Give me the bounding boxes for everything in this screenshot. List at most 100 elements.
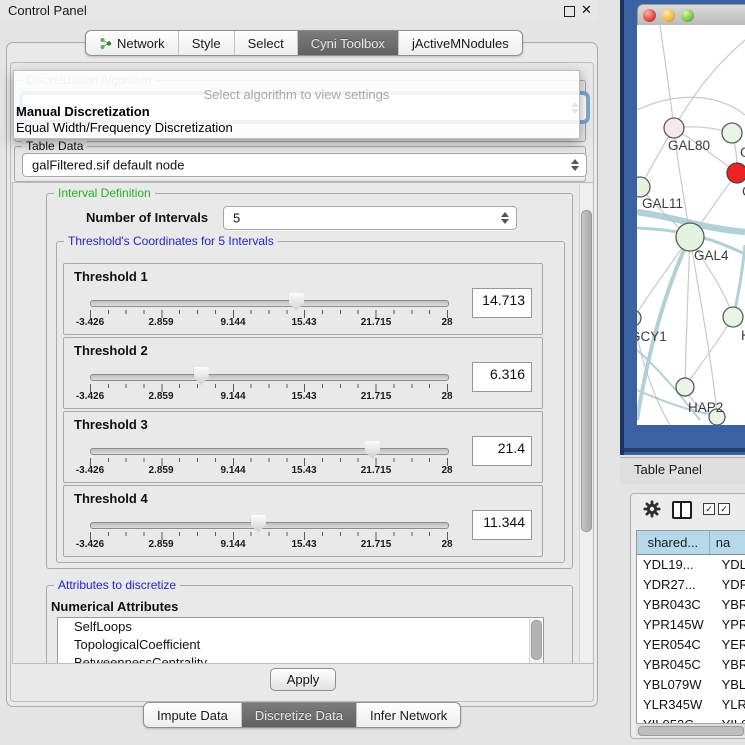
tab-cyni-toolbox[interactable]: Cyni Toolbox (298, 31, 399, 55)
table-horizontal-scrollbar[interactable] (636, 723, 745, 736)
list-item[interactable]: TopologicalCoefficient (58, 636, 543, 654)
cell[interactable]: YER054C (637, 635, 716, 655)
node-red-selected[interactable] (727, 163, 745, 183)
threshold-1-slider[interactable] (90, 300, 449, 307)
checkbox-checked-icon[interactable] (718, 503, 730, 515)
node-hap2[interactable] (676, 378, 694, 396)
tab-discretize-data[interactable]: Discretize Data (242, 703, 357, 727)
node-attribute-table[interactable]: shared... na YDL19... YDL1 YDR27... YDR2… (636, 530, 745, 725)
column-checkbox-icons[interactable] (703, 503, 730, 515)
tick-label: 15.43 (291, 391, 316, 402)
node-gal4[interactable] (676, 223, 704, 251)
menu-item-manual-discretization[interactable]: Manual Discretization (16, 104, 150, 119)
slider-thumb[interactable] (194, 367, 209, 385)
float-window-icon[interactable] (564, 6, 575, 17)
tick-label: 9.144 (220, 391, 245, 402)
zoom-traffic-light-icon[interactable] (681, 9, 694, 22)
cell[interactable]: YBL0 (716, 675, 745, 695)
threshold-4-panel: Threshold 4 -3.426 2.859 9.144 15.43 21.… (63, 485, 543, 557)
list-item[interactable]: SelfLoops (58, 618, 543, 636)
node-gal80[interactable] (664, 118, 684, 138)
slider-ticks (90, 532, 448, 540)
threshold-3-slider[interactable] (90, 448, 449, 455)
cell[interactable]: YDR2 (716, 575, 745, 595)
close-icon[interactable]: ✕ (581, 2, 592, 18)
threshold-2-value-field[interactable]: 6.316 (472, 362, 532, 392)
slider-thumb[interactable] (289, 293, 304, 311)
tick-label: 28 (441, 317, 452, 328)
checkbox-checked-icon[interactable] (703, 503, 715, 515)
split-columns-icon[interactable] (672, 501, 692, 519)
settings-vertical-scrollbar[interactable] (579, 184, 592, 662)
tab-impute-data[interactable]: Impute Data (144, 703, 242, 727)
node-gcy1[interactable] (637, 310, 641, 326)
threshold-1-panel: Threshold 1 -3.426 2.859 9.144 15.43 21.… (63, 263, 543, 335)
threshold-3-panel: Threshold 3 -3.426 2.859 9.144 15.43 21.… (63, 411, 543, 483)
tick-label: 15.43 (291, 465, 316, 476)
tab-jactivemnodules[interactable]: jActiveMNodules (399, 31, 522, 55)
group-title: Interval Definition (54, 186, 155, 200)
network-canvas[interactable]: GAL80 GA C GAL11 GAL4 GCY1 H HAP2 (637, 25, 745, 425)
threshold-1-value-field[interactable]: 14.713 (472, 288, 532, 318)
threshold-2-slider[interactable] (90, 374, 449, 381)
cell[interactable]: YBR0 (716, 595, 745, 615)
tab-label: Cyni Toolbox (311, 36, 385, 51)
cell[interactable]: YDR27... (637, 575, 716, 595)
list-item[interactable]: BetweennessCentrality (58, 654, 543, 664)
node-h[interactable] (723, 307, 743, 327)
control-panel-title: Control Panel (8, 3, 87, 18)
tick-label: 15.43 (291, 539, 316, 550)
network-window-titlebar[interactable] (637, 4, 745, 27)
table-row[interactable]: YDL19... YDL1 (637, 555, 745, 575)
threshold-label: Threshold 2 (74, 343, 148, 358)
cell[interactable]: YER0 (716, 635, 745, 655)
cell[interactable]: YDL19... (637, 555, 716, 575)
numerical-attributes-list[interactable]: SelfLoops TopologicalCoefficient Between… (57, 617, 544, 664)
list-scrollbar[interactable] (529, 619, 542, 664)
minimize-traffic-light-icon[interactable] (662, 9, 675, 22)
slider-thumb[interactable] (365, 441, 380, 459)
table-row[interactable]: YER054C YER0 (637, 635, 745, 655)
threshold-4-slider[interactable] (90, 522, 449, 529)
tab-select[interactable]: Select (235, 31, 298, 55)
cell[interactable]: YPR145W (637, 615, 716, 635)
cell[interactable]: YLR3 (716, 695, 745, 715)
table-row[interactable]: YBR045C YBR0 (637, 655, 745, 675)
slider-thumb[interactable] (251, 515, 266, 533)
cell[interactable]: YBR043C (637, 595, 716, 615)
cell[interactable]: YLR345W (637, 695, 716, 715)
column-header-name[interactable]: na (710, 531, 745, 554)
menu-item-equal-width-frequency[interactable]: Equal Width/Frequency Discretization (16, 120, 233, 135)
table-data-combobox[interactable]: galFiltered.sif default node (22, 153, 587, 177)
table-row[interactable]: YDR27... YDR2 (637, 575, 745, 595)
group-title: Table Data (22, 139, 87, 153)
slider-ticks (90, 458, 448, 466)
column-header-shared[interactable]: shared... (637, 531, 710, 554)
table-row[interactable]: YBR043C YBR0 (637, 595, 745, 615)
close-traffic-light-icon[interactable] (643, 9, 656, 22)
table-settings-gear-icon[interactable] (643, 500, 661, 518)
tab-infer-network[interactable]: Infer Network (357, 703, 460, 727)
tab-style[interactable]: Style (179, 31, 235, 55)
cell[interactable]: YBR045C (637, 655, 716, 675)
tab-network[interactable]: Network (86, 31, 179, 55)
tick-label: 2.859 (148, 465, 173, 476)
number-of-intervals-combobox[interactable]: 5 (223, 206, 517, 230)
tick-label: 9.144 (220, 317, 245, 328)
node-gal2[interactable] (722, 123, 742, 143)
cell[interactable]: YBR0 (716, 655, 745, 675)
cyni-mode-tabs: Impute Data Discretize Data Infer Networ… (143, 702, 461, 728)
threshold-4-value-field[interactable]: 11.344 (472, 510, 532, 540)
threshold-3-value-field[interactable]: 21.4 (472, 436, 532, 466)
table-row[interactable]: YBL079W YBL0 (637, 675, 745, 695)
tick-label: 2.859 (148, 539, 173, 550)
node-gal11[interactable] (637, 177, 650, 197)
cell[interactable]: YDL1 (716, 555, 745, 575)
cell[interactable]: YPR1 (716, 615, 745, 635)
table-row[interactable]: YLR345W YLR3 (637, 695, 745, 715)
node-label: GAL80 (668, 138, 710, 153)
tab-label: Select (248, 36, 284, 51)
apply-button[interactable]: Apply (270, 668, 336, 691)
cell[interactable]: YBL079W (637, 675, 716, 695)
table-row[interactable]: YPR145W YPR1 (637, 615, 745, 635)
